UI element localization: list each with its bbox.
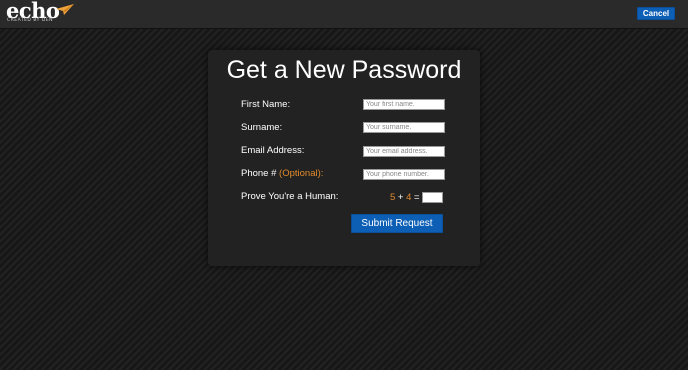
page-title: Get a New Password bbox=[226, 56, 462, 84]
captcha-label: Prove You're a Human: bbox=[241, 191, 339, 202]
cancel-button[interactable]: Cancel bbox=[637, 7, 675, 20]
captcha-answer-input[interactable] bbox=[422, 192, 443, 203]
surname-input[interactable] bbox=[363, 122, 445, 133]
email-input[interactable] bbox=[363, 146, 445, 157]
password-request-panel: Get a New Password First Name: Surname: … bbox=[208, 50, 480, 266]
first-name-input[interactable] bbox=[363, 99, 445, 110]
first-name-label: First Name: bbox=[241, 99, 291, 110]
phone-input[interactable] bbox=[363, 169, 445, 180]
captcha-question: 5 + 4 = bbox=[390, 192, 420, 203]
logo-subtext: CREATED BY DEN bbox=[7, 18, 54, 23]
submit-request-button[interactable]: Submit Request bbox=[351, 214, 443, 233]
optional-note: (Optional): bbox=[279, 168, 324, 179]
paper-plane-icon bbox=[56, 4, 74, 15]
captcha-operator: + bbox=[395, 192, 407, 203]
phone-label: Phone # (Optional): bbox=[241, 168, 323, 179]
phone-label-text: Phone # bbox=[241, 168, 280, 179]
echo-logo: echo CREATED BY DEN bbox=[6, 0, 76, 27]
surname-label: Surname: bbox=[241, 122, 283, 133]
top-bar: echo CREATED BY DEN Cancel bbox=[0, 0, 688, 29]
email-label: Email Address: bbox=[241, 145, 305, 156]
captcha-equals: = bbox=[411, 192, 420, 203]
